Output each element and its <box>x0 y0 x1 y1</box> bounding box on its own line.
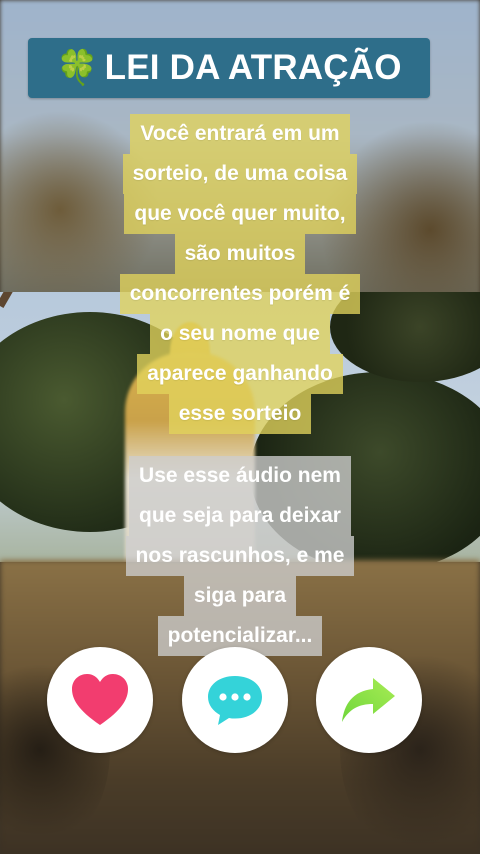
title-banner: 🍀 LEI DA ATRAÇÃO <box>28 38 430 98</box>
heart-icon <box>72 674 128 725</box>
title-text: LEI DA ATRAÇÃO <box>104 48 402 87</box>
share-button[interactable] <box>316 647 422 753</box>
comment-button[interactable] <box>182 647 288 753</box>
caption-line: são muitos <box>174 234 306 274</box>
caption-line: nos rascunhos, e me <box>125 536 355 576</box>
caption-line: Você entrará em um <box>130 114 350 154</box>
cta-caption: Use esse áudio nem que seja para deixar … <box>0 456 480 656</box>
chat-bubble-icon <box>208 676 262 725</box>
four-leaf-clover-icon: 🍀 <box>56 49 99 87</box>
share-arrow-icon <box>342 678 395 722</box>
action-buttons-row <box>0 647 480 755</box>
caption-line: siga para <box>183 576 297 616</box>
caption-line: aparece ganhando <box>137 354 343 394</box>
caption-line: que você quer muito, <box>124 194 356 234</box>
caption-line: que seja para deixar <box>129 496 351 536</box>
main-caption: Você entrará em um sorteio, de uma coisa… <box>0 114 480 434</box>
caption-line: sorteio, de uma coisa <box>122 154 358 194</box>
caption-line: esse sorteio <box>168 394 312 434</box>
like-button[interactable] <box>47 647 153 753</box>
caption-line: o seu nome que <box>150 314 330 354</box>
caption-line: Use esse áudio nem <box>129 456 351 496</box>
caption-line: concorrentes porém é <box>119 274 361 314</box>
